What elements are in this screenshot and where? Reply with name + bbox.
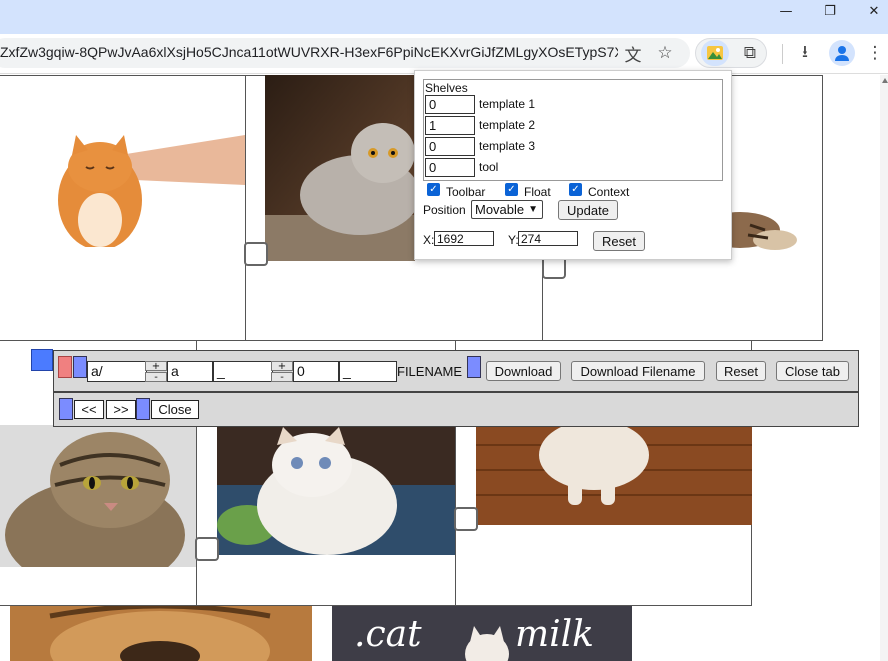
shelf-label: template 3	[479, 139, 536, 153]
blue-handle[interactable]	[73, 356, 87, 378]
cat-milk-banner[interactable]: .cat milk	[332, 606, 632, 661]
select-checkbox[interactable]	[454, 507, 478, 531]
position-select[interactable]: Movable ▼	[471, 200, 543, 219]
banner-text-cat: .cat	[354, 614, 422, 655]
path-field[interactable]: a/	[87, 361, 147, 382]
select-checkbox[interactable]	[244, 242, 268, 266]
x-input[interactable]: 1692	[434, 231, 494, 246]
shelf-count-input[interactable]: 0	[425, 137, 475, 156]
shelf-label: tool	[479, 160, 499, 174]
previous-button[interactable]: <<	[74, 400, 104, 419]
close-window-icon[interactable]: ✕	[852, 0, 888, 22]
toolbar-divider	[782, 44, 783, 64]
shelf-count-input[interactable]: 1	[425, 116, 475, 135]
url-text[interactable]: ZxfZw3gqiw-8QPwJvAa6xlXsjHo5CJnca11otWUV…	[0, 44, 618, 64]
prefix-field[interactable]: a	[167, 361, 213, 382]
step-down-button[interactable]: -	[145, 372, 167, 383]
separator-field[interactable]: _	[213, 361, 273, 382]
bookmark-star-icon[interactable]: ☆	[652, 40, 678, 66]
cat-photo-white-kitten[interactable]	[217, 425, 455, 555]
position-label: Position	[423, 203, 466, 217]
cat-photo-scottish-fold[interactable]	[265, 75, 415, 261]
reset-button[interactable]: Reset	[716, 361, 766, 381]
cat-photo-kitten-closeup[interactable]	[10, 606, 312, 661]
blue-handle[interactable]	[467, 356, 481, 378]
browser-menu-icon[interactable]: ⋮	[862, 40, 888, 66]
toolbar-checkbox-label: Toolbar	[446, 185, 486, 199]
cat-photo-paws[interactable]	[730, 195, 800, 270]
shelf-label: template 1	[479, 97, 536, 111]
download-button[interactable]: Download	[486, 361, 561, 381]
select-checkbox[interactable]	[195, 537, 219, 561]
cat-photo-fluffy-floor[interactable]	[476, 425, 752, 525]
shelf-label: template 2	[479, 118, 536, 132]
filename-label: FILENAME	[397, 364, 463, 379]
download-filename-button[interactable]: Download Filename	[571, 361, 705, 381]
context-checkbox[interactable]: ✓	[569, 183, 582, 196]
toolbar-drag-handle[interactable]	[31, 349, 53, 371]
translate-icon[interactable]: 文	[620, 40, 646, 66]
step-up-button[interactable]: +	[271, 361, 293, 372]
extension-popup: Shelves 0 template 1 1 template 2 0 temp…	[414, 70, 732, 260]
extensions-puzzle-icon[interactable]: ⧉	[737, 40, 763, 66]
download-icon[interactable]: ⭳	[792, 40, 818, 66]
x-label: X:	[423, 233, 435, 247]
gallery-extension-icon[interactable]	[701, 40, 729, 66]
cat-photo-tabby[interactable]	[0, 425, 196, 567]
suffix-field[interactable]: _	[339, 361, 397, 382]
popup-reset-button[interactable]: Reset	[593, 231, 645, 251]
blue-handle[interactable]	[136, 398, 150, 420]
step-up-button[interactable]: +	[145, 361, 167, 372]
shelf-count-input[interactable]: 0	[425, 95, 475, 114]
blue-handle[interactable]	[59, 398, 73, 420]
close-tab-button[interactable]: Close tab	[776, 361, 849, 381]
red-handle[interactable]	[58, 356, 72, 378]
float-checkbox-label: Float	[524, 185, 551, 199]
chevron-down-icon: ▼	[528, 204, 538, 215]
cat-photo-petted-orange[interactable]	[40, 125, 245, 247]
scroll-up-arrow-icon[interactable]	[882, 78, 888, 83]
context-checkbox-label: Context	[588, 185, 630, 199]
window-title-bar	[0, 0, 888, 34]
profile-avatar-icon[interactable]	[829, 40, 855, 66]
minimize-icon[interactable]: —	[764, 0, 808, 22]
position-select-value: Movable	[475, 202, 525, 217]
update-button[interactable]: Update	[558, 200, 618, 220]
toolbar-checkbox[interactable]: ✓	[427, 183, 440, 196]
step-down-button[interactable]: -	[271, 372, 293, 383]
shelf-count-input[interactable]: 0	[425, 158, 475, 177]
restore-icon[interactable]: ❐	[808, 0, 852, 22]
close-button[interactable]: Close	[151, 400, 199, 419]
banner-text-milk: milk	[515, 614, 594, 655]
page-scrollbar[interactable]	[880, 75, 888, 661]
next-button[interactable]: >>	[106, 400, 136, 419]
counter-field[interactable]: 0	[293, 361, 339, 382]
y-input[interactable]: 274	[518, 231, 578, 246]
float-checkbox[interactable]: ✓	[505, 183, 518, 196]
shelves-title: Shelves	[425, 81, 468, 95]
